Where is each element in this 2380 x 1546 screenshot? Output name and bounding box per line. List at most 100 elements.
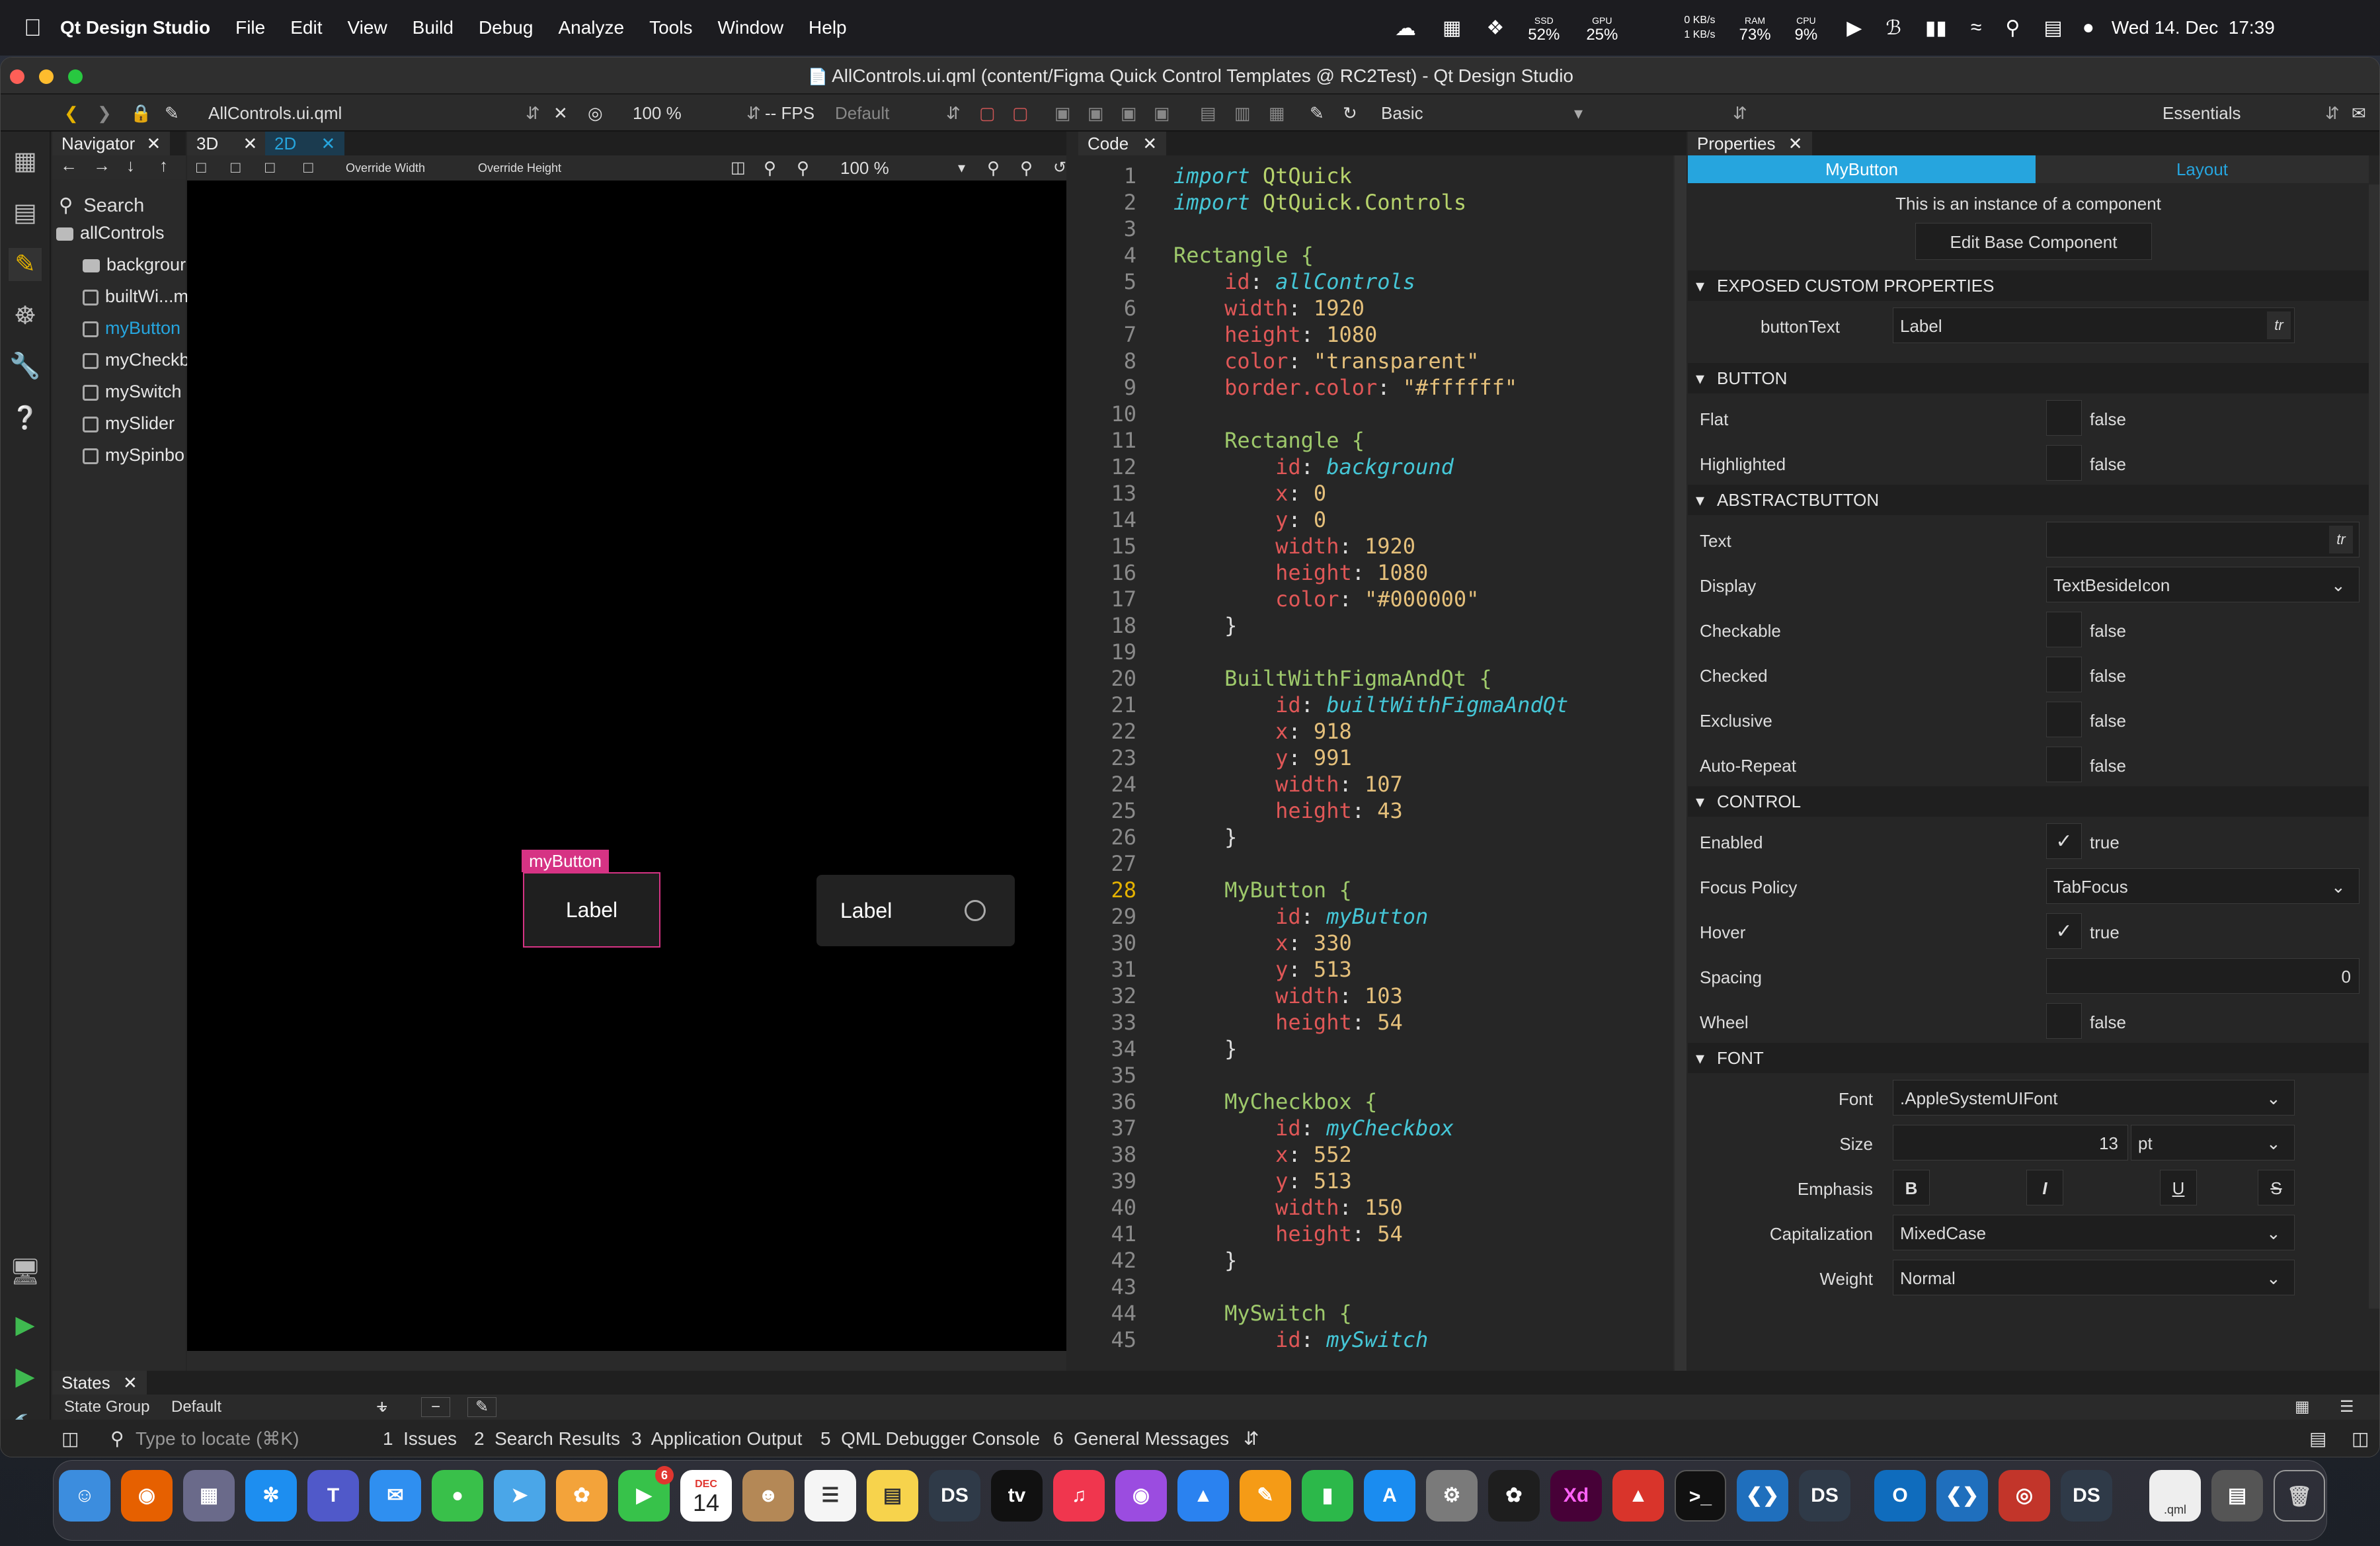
minimize-window-icon[interactable] [39,69,54,84]
back-icon[interactable]: ❮ [64,95,79,132]
remove-state-icon[interactable]: − [421,1397,450,1417]
pages-icon[interactable]: ✎ [1240,1470,1291,1522]
locator-input[interactable]: Type to locate (⌘K) [136,1420,299,1457]
maps-icon[interactable]: ➤ [494,1470,545,1522]
close-icon[interactable]: ✕ [147,134,161,153]
tab-code[interactable]: Code ✕ [1078,132,1167,155]
clock[interactable]: Wed 14. Dec 17:39 [2112,17,2275,38]
kit-arrows-icon[interactable]: ⇵ [1733,95,1747,132]
launchpad-icon[interactable]: ▦ [183,1470,235,1522]
file-select-arrows-icon[interactable]: ⇵ [526,95,540,132]
output-tab-issues[interactable]: 1 Issues [383,1420,457,1457]
style-chevron-icon[interactable]: ▾ [1574,95,1583,132]
translate-button[interactable]: tr [2267,311,2291,339]
list-view-icon[interactable]: ☰ [2340,1395,2354,1420]
close-icon[interactable]: ✕ [123,1373,138,1393]
downloads-folder-icon[interactable]: ▤ [2211,1470,2263,1522]
output-tab-general[interactable]: 6 General Messages [1053,1420,1229,1457]
zoom-select[interactable]: 100 % [633,95,682,132]
sidebar-toggle-icon[interactable]: ◫ [61,1420,79,1457]
mybutton-preview[interactable]: Label [523,872,660,948]
keynote-icon[interactable]: ▲ [1177,1470,1229,1522]
arrow-up-icon[interactable]: ↑ [159,155,168,176]
progress-icon[interactable]: ▤ [2309,1420,2326,1457]
focus-policy-select[interactable]: TabFocus ⌄ [2046,868,2360,904]
group-icon[interactable]: ▣ [1054,95,1071,132]
style-select[interactable]: Basic [1381,95,1423,132]
close-icon[interactable]: ✕ [1142,134,1157,153]
section-abstractbutton[interactable]: ▾ ABSTRACTBUTTON [1688,485,2369,515]
output-tab-app-output[interactable]: 3 Application Output [631,1420,802,1457]
menu-help[interactable]: Help [809,17,847,38]
underline-button[interactable]: U [2160,1170,2197,1205]
mail-icon[interactable]: ✉ [370,1470,421,1522]
section-button[interactable]: ▾ BUTTON [1688,363,2369,393]
messages-icon[interactable]: ● [432,1470,483,1522]
text-input[interactable] [2046,522,2360,557]
close-window-icon[interactable] [10,69,24,84]
column-layout-icon[interactable]: ▥ [1234,95,1251,132]
tab-2d[interactable]: 2D ✕ [265,132,345,155]
contacts-icon[interactable]: ☻ [742,1470,794,1522]
tree-item-root[interactable]: allControls [56,218,190,248]
acrobat-icon[interactable]: ▲ [1612,1470,1664,1522]
wheel-checkbox[interactable] [2046,1003,2082,1039]
menu-build[interactable]: Build [413,17,454,38]
zoom-selection-icon[interactable]: ⚲ [1020,155,1033,181]
safari-icon[interactable]: ✼ [245,1470,297,1522]
edit-icon[interactable]: ✎ [1310,95,1324,132]
edit-state-icon[interactable]: ✎ [467,1397,496,1417]
font-unit-select[interactable]: pt ⌄ [2131,1125,2295,1160]
display-select[interactable]: TextBesideIcon ⌄ [2046,567,2360,602]
fps-select[interactable]: -- FPS [765,95,814,132]
design-mode-icon[interactable]: ✎ [9,248,42,281]
grid-view-icon[interactable]: ▦ [2295,1395,2310,1420]
translate-button[interactable]: tr [2329,526,2353,553]
menu-analyze[interactable]: Analyze [558,17,624,38]
zoom-out-icon[interactable]: ⚲ [797,155,809,181]
apple-icon[interactable]:  [24,14,42,42]
firefox-icon[interactable]: ◉ [121,1470,173,1522]
arrow-down-icon[interactable]: ↓ [126,155,135,176]
edit-base-component-button[interactable]: Edit Base Component [1915,223,2152,260]
navigator-search[interactable]: ⚲ Search [59,191,144,220]
workspace-arrows-icon[interactable]: ⇵ [2325,95,2340,132]
projects-mode-icon[interactable]: 🔧 [9,350,42,383]
qt-icon[interactable]: ▦ [1443,17,1461,40]
numbers-icon[interactable]: ▮ [1302,1470,1353,1522]
podcasts-icon[interactable]: ◉ [1115,1470,1167,1522]
state-group-select[interactable]: Default ⌄ [171,1395,403,1420]
menu-debug[interactable]: Debug [479,17,534,38]
properties-scrollbar[interactable] [2369,184,2379,1309]
remove-icon[interactable]: ▢ [979,95,996,132]
close-icon[interactable]: ✕ [321,134,335,153]
design-studio-icon[interactable]: DS [929,1470,980,1522]
arrow-left-icon[interactable]: ← [60,155,77,176]
close-icon[interactable]: ✕ [1788,134,1803,153]
design-canvas[interactable]: myButton Label Label [187,181,1066,1351]
capitalization-select[interactable]: MixedCase ⌄ [1893,1215,2295,1250]
fit-icon[interactable]: ◫ [731,155,746,181]
qml-file-icon[interactable]: .qml [2149,1470,2201,1522]
font-select[interactable]: .AppleSystemUIFont ⌄ [1893,1080,2295,1116]
select-icon[interactable]: □ [196,155,206,181]
weight-select[interactable]: Normal ⌄ [1893,1260,2295,1295]
vscode-icon[interactable]: ❮❯ [1737,1470,1788,1522]
creative-cloud-icon[interactable]: ☁ [1395,15,1416,40]
snap-icon[interactable]: □ [303,155,313,181]
section-font[interactable]: ▾ FONT [1688,1043,2369,1073]
forward-icon[interactable]: ❯ [97,95,112,132]
photos-icon[interactable]: ✿ [556,1470,608,1522]
font-size-input[interactable]: 13 [1893,1125,2128,1160]
arrow-right-icon[interactable]: → [93,155,110,176]
debug-run-icon[interactable]: ▶ [9,1360,42,1393]
teams-icon[interactable]: T [307,1470,359,1522]
section-control[interactable]: ▾ CONTROL [1688,786,2369,817]
finder-icon[interactable]: ☺ [59,1470,110,1522]
notes-icon[interactable]: ▤ [867,1470,918,1522]
welcome-mode-icon[interactable]: ▦ [9,145,42,178]
menu-edit[interactable]: Edit [290,17,322,38]
trash-icon[interactable]: 🗑 [2274,1470,2325,1522]
search-icon[interactable]: ⚲ [2005,17,2020,40]
run-icon[interactable]: ▶ [9,1309,42,1342]
